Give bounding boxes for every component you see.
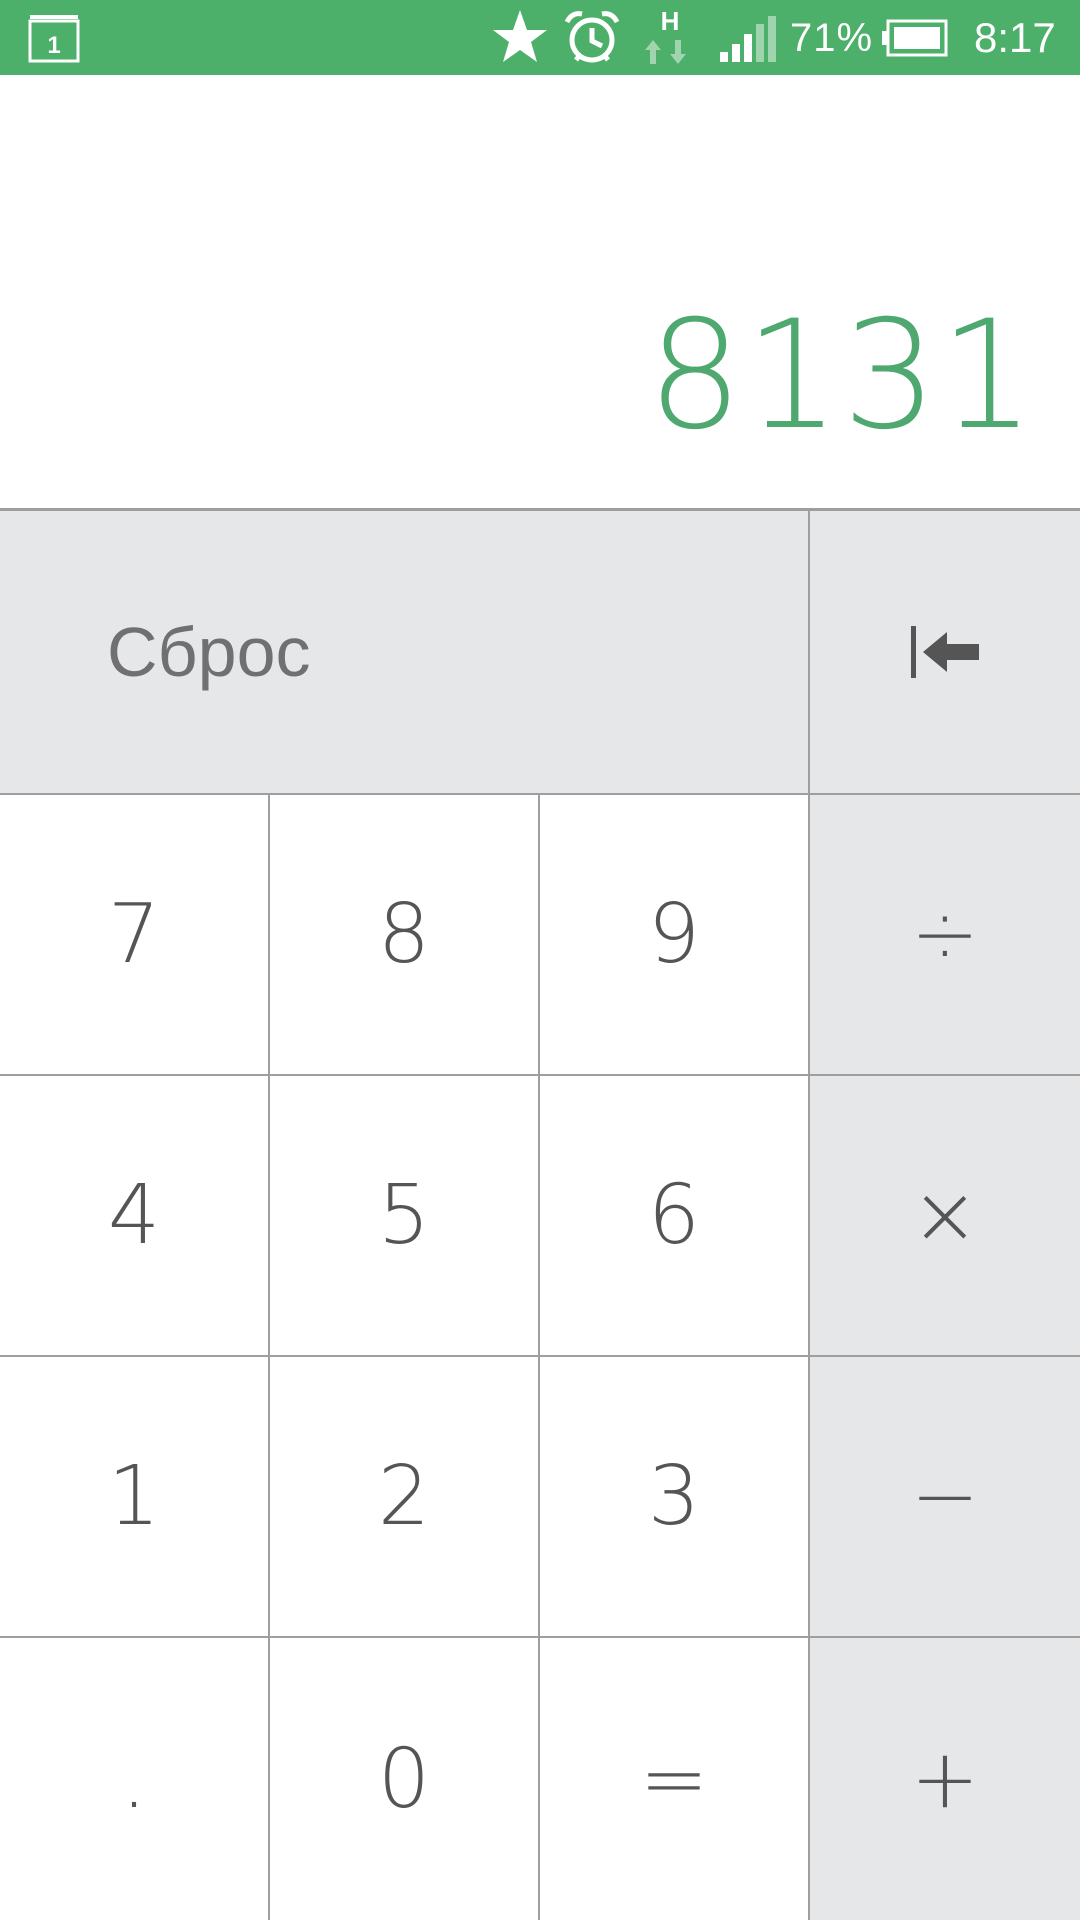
key-3[interactable]: 3 xyxy=(540,1357,810,1638)
battery-percent: 71% xyxy=(790,16,874,60)
key-9[interactable]: 9 xyxy=(540,795,810,1076)
network-type: H xyxy=(661,6,680,36)
star-icon xyxy=(492,5,548,67)
battery-icon xyxy=(880,18,950,58)
key-6[interactable]: 6 xyxy=(540,1076,810,1357)
key-7[interactable]: 7 xyxy=(0,795,270,1076)
key-1[interactable]: 1 xyxy=(0,1357,270,1638)
display-value: 8131 xyxy=(647,289,1037,463)
plus-button[interactable]: + xyxy=(810,1638,1080,1920)
key-5[interactable]: 5 xyxy=(270,1076,540,1357)
calculator-display: 8131 xyxy=(0,75,1080,511)
key-0[interactable]: 0 xyxy=(270,1638,540,1920)
backspace-icon xyxy=(911,626,979,678)
decimal-point-button[interactable]: . xyxy=(0,1638,270,1920)
backspace-button[interactable] xyxy=(810,511,1080,795)
key-2[interactable]: 2 xyxy=(270,1357,540,1638)
equals-button[interactable]: = xyxy=(540,1638,810,1920)
clock: 8:17 xyxy=(974,14,1056,61)
key-8[interactable]: 8 xyxy=(270,795,540,1076)
status-bar: 1 H 71% 8:17 xyxy=(0,0,1080,75)
calendar-icon: 1 xyxy=(28,13,80,63)
signal-icon xyxy=(718,14,778,64)
keypad: Сброс 7 8 9 ÷ 4 5 6 × 1 2 3 − . 0 = + xyxy=(0,511,1080,1920)
divide-button[interactable]: ÷ xyxy=(810,795,1080,1076)
clear-button[interactable]: Сброс xyxy=(0,511,810,795)
multiply-button[interactable]: × xyxy=(810,1076,1080,1357)
minus-button[interactable]: − xyxy=(810,1357,1080,1638)
alarm-icon xyxy=(562,8,622,66)
network-h-icon: H xyxy=(645,6,695,68)
calendar-day: 1 xyxy=(47,32,60,59)
key-4[interactable]: 4 xyxy=(0,1076,270,1357)
